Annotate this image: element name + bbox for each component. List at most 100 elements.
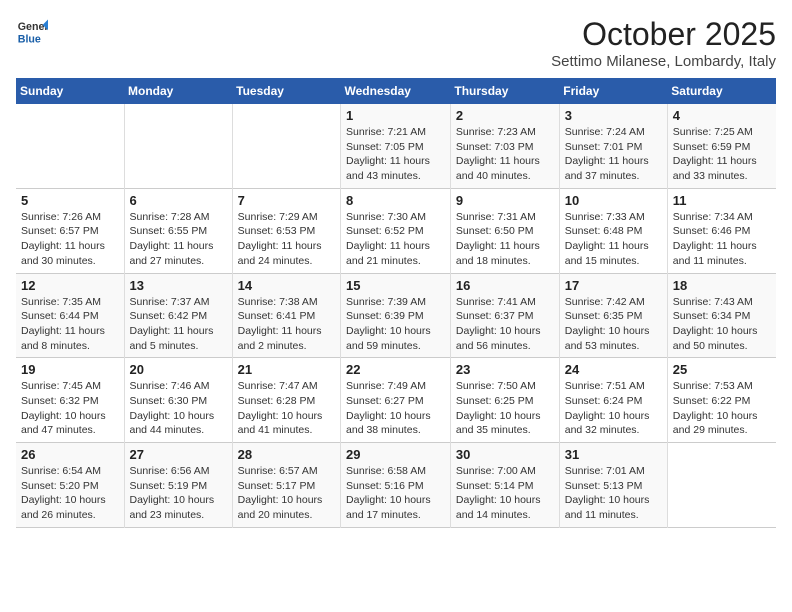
day-number: 7 [238, 193, 335, 208]
page-header: General Blue October 2025 Settimo Milane… [16, 16, 776, 70]
table-row: 3 Sunrise: 7:24 AM Sunset: 7:01 PM Daylig… [559, 104, 667, 188]
table-row [16, 104, 124, 188]
day-info: Sunrise: 7:26 AM Sunset: 6:57 PM Dayligh… [21, 210, 119, 269]
day-info: Sunrise: 7:01 AM Sunset: 5:13 PM Dayligh… [565, 464, 662, 523]
day-number: 22 [346, 362, 445, 377]
calendar-week-row: 1 Sunrise: 7:21 AM Sunset: 7:05 PM Daylig… [16, 104, 776, 188]
table-row: 9Sunrise: 7:31 AM Sunset: 6:50 PM Daylig… [450, 188, 559, 273]
day-info: Sunrise: 7:34 AM Sunset: 6:46 PM Dayligh… [673, 210, 771, 269]
day-number: 29 [346, 447, 445, 462]
day-info: Sunrise: 7:29 AM Sunset: 6:53 PM Dayligh… [238, 210, 335, 269]
table-row: 22 Sunrise: 7:49 AM Sunset: 6:27 PM Dayli… [341, 358, 451, 443]
day-number: 12 [21, 278, 119, 293]
table-row: 29Sunrise: 6:58 AM Sunset: 5:16 PM Dayli… [341, 443, 451, 528]
weekday-header-row: Sunday Monday Tuesday Wednesday Thursday… [16, 78, 776, 104]
day-info: Sunrise: 7:23 AM Sunset: 7:03 PM Dayligh… [456, 125, 554, 184]
day-number: 21 [238, 362, 335, 377]
header-monday: Monday [124, 78, 232, 104]
svg-text:Blue: Blue [18, 34, 41, 46]
day-number: 17 [565, 278, 662, 293]
table-row: 14 Sunrise: 7:38 AM Sunset: 6:41 PM Dayli… [232, 273, 340, 358]
calendar-subtitle: Settimo Milanese, Lombardy, Italy [551, 53, 776, 70]
logo-icon: General Blue [16, 16, 48, 48]
day-number: 11 [673, 193, 771, 208]
day-number: 2 [456, 108, 554, 123]
day-info: Sunrise: 7:00 AM Sunset: 5:14 PM Dayligh… [456, 464, 554, 523]
day-info: Sunrise: 7:37 AM Sunset: 6:42 PM Dayligh… [130, 295, 227, 354]
day-number: 6 [130, 193, 227, 208]
day-number: 16 [456, 278, 554, 293]
day-number: 5 [21, 193, 119, 208]
day-info: Sunrise: 7:35 AM Sunset: 6:44 PM Dayligh… [21, 295, 119, 354]
header-sunday: Sunday [16, 78, 124, 104]
table-row [124, 104, 232, 188]
day-info: Sunrise: 7:51 AM Sunset: 6:24 PM Dayligh… [565, 379, 662, 438]
day-number: 18 [673, 278, 771, 293]
title-block: October 2025 Settimo Milanese, Lombardy,… [551, 16, 776, 70]
day-number: 27 [130, 447, 227, 462]
day-number: 10 [565, 193, 662, 208]
day-number: 25 [673, 362, 771, 377]
day-number: 30 [456, 447, 554, 462]
table-row: 1 Sunrise: 7:21 AM Sunset: 7:05 PM Daylig… [341, 104, 451, 188]
day-number: 3 [565, 108, 662, 123]
table-row: 12 Sunrise: 7:35 AM Sunset: 6:44 PM Dayli… [16, 273, 124, 358]
day-number: 15 [346, 278, 445, 293]
table-row: 26 Sunrise: 6:54 AM Sunset: 5:20 PM Dayli… [16, 443, 124, 528]
header-friday: Friday [559, 78, 667, 104]
header-wednesday: Wednesday [341, 78, 451, 104]
header-saturday: Saturday [667, 78, 776, 104]
day-info: Sunrise: 7:38 AM Sunset: 6:41 PM Dayligh… [238, 295, 335, 354]
table-row: 20Sunrise: 7:46 AM Sunset: 6:30 PM Dayli… [124, 358, 232, 443]
logo: General Blue [16, 16, 48, 48]
day-number: 13 [130, 278, 227, 293]
table-row: 27 Sunrise: 6:56 AM Sunset: 5:19 PM Dayli… [124, 443, 232, 528]
table-row: 6Sunrise: 7:28 AM Sunset: 6:55 PM Daylig… [124, 188, 232, 273]
day-info: Sunrise: 7:42 AM Sunset: 6:35 PM Dayligh… [565, 295, 662, 354]
svg-text:General: General [18, 21, 48, 33]
table-row: 21 Sunrise: 7:47 AM Sunset: 6:28 PM Dayli… [232, 358, 340, 443]
day-info: Sunrise: 7:47 AM Sunset: 6:28 PM Dayligh… [238, 379, 335, 438]
day-info: Sunrise: 7:39 AM Sunset: 6:39 PM Dayligh… [346, 295, 445, 354]
day-number: 8 [346, 193, 445, 208]
day-number: 31 [565, 447, 662, 462]
table-row: 15 Sunrise: 7:39 AM Sunset: 6:39 PM Dayli… [341, 273, 451, 358]
table-row: 4 Sunrise: 7:25 AM Sunset: 6:59 PM Daylig… [667, 104, 776, 188]
table-row: 7 Sunrise: 7:29 AM Sunset: 6:53 PM Daylig… [232, 188, 340, 273]
day-info: Sunrise: 7:49 AM Sunset: 6:27 PM Dayligh… [346, 379, 445, 438]
table-row: 10Sunrise: 7:33 AM Sunset: 6:48 PM Dayli… [559, 188, 667, 273]
table-row [667, 443, 776, 528]
day-number: 19 [21, 362, 119, 377]
day-info: Sunrise: 7:25 AM Sunset: 6:59 PM Dayligh… [673, 125, 771, 184]
day-info: Sunrise: 7:45 AM Sunset: 6:32 PM Dayligh… [21, 379, 119, 438]
table-row [232, 104, 340, 188]
table-row: 16 Sunrise: 7:41 AM Sunset: 6:37 PM Dayli… [450, 273, 559, 358]
table-row: 25Sunrise: 7:53 AM Sunset: 6:22 PM Dayli… [667, 358, 776, 443]
table-row: 31 Sunrise: 7:01 AM Sunset: 5:13 PM Dayli… [559, 443, 667, 528]
day-number: 24 [565, 362, 662, 377]
day-info: Sunrise: 6:54 AM Sunset: 5:20 PM Dayligh… [21, 464, 119, 523]
header-tuesday: Tuesday [232, 78, 340, 104]
table-row: 30 Sunrise: 7:00 AM Sunset: 5:14 PM Dayli… [450, 443, 559, 528]
calendar-week-row: 12 Sunrise: 7:35 AM Sunset: 6:44 PM Dayli… [16, 273, 776, 358]
day-info: Sunrise: 7:41 AM Sunset: 6:37 PM Dayligh… [456, 295, 554, 354]
day-number: 23 [456, 362, 554, 377]
day-info: Sunrise: 7:21 AM Sunset: 7:05 PM Dayligh… [346, 125, 445, 184]
calendar-week-row: 19 Sunrise: 7:45 AM Sunset: 6:32 PM Dayli… [16, 358, 776, 443]
table-row: 17 Sunrise: 7:42 AM Sunset: 6:35 PM Dayli… [559, 273, 667, 358]
day-number: 1 [346, 108, 445, 123]
calendar-week-row: 26 Sunrise: 6:54 AM Sunset: 5:20 PM Dayli… [16, 443, 776, 528]
day-number: 4 [673, 108, 771, 123]
day-info: Sunrise: 7:43 AM Sunset: 6:34 PM Dayligh… [673, 295, 771, 354]
day-info: Sunrise: 6:56 AM Sunset: 5:19 PM Dayligh… [130, 464, 227, 523]
calendar-title: October 2025 [551, 16, 776, 53]
table-row: 5 Sunrise: 7:26 AM Sunset: 6:57 PM Daylig… [16, 188, 124, 273]
day-number: 14 [238, 278, 335, 293]
header-thursday: Thursday [450, 78, 559, 104]
day-number: 26 [21, 447, 119, 462]
table-row: 8Sunrise: 7:30 AM Sunset: 6:52 PM Daylig… [341, 188, 451, 273]
table-row: 13 Sunrise: 7:37 AM Sunset: 6:42 PM Dayli… [124, 273, 232, 358]
day-info: Sunrise: 7:24 AM Sunset: 7:01 PM Dayligh… [565, 125, 662, 184]
table-row: 18 Sunrise: 7:43 AM Sunset: 6:34 PM Dayli… [667, 273, 776, 358]
day-number: 9 [456, 193, 554, 208]
